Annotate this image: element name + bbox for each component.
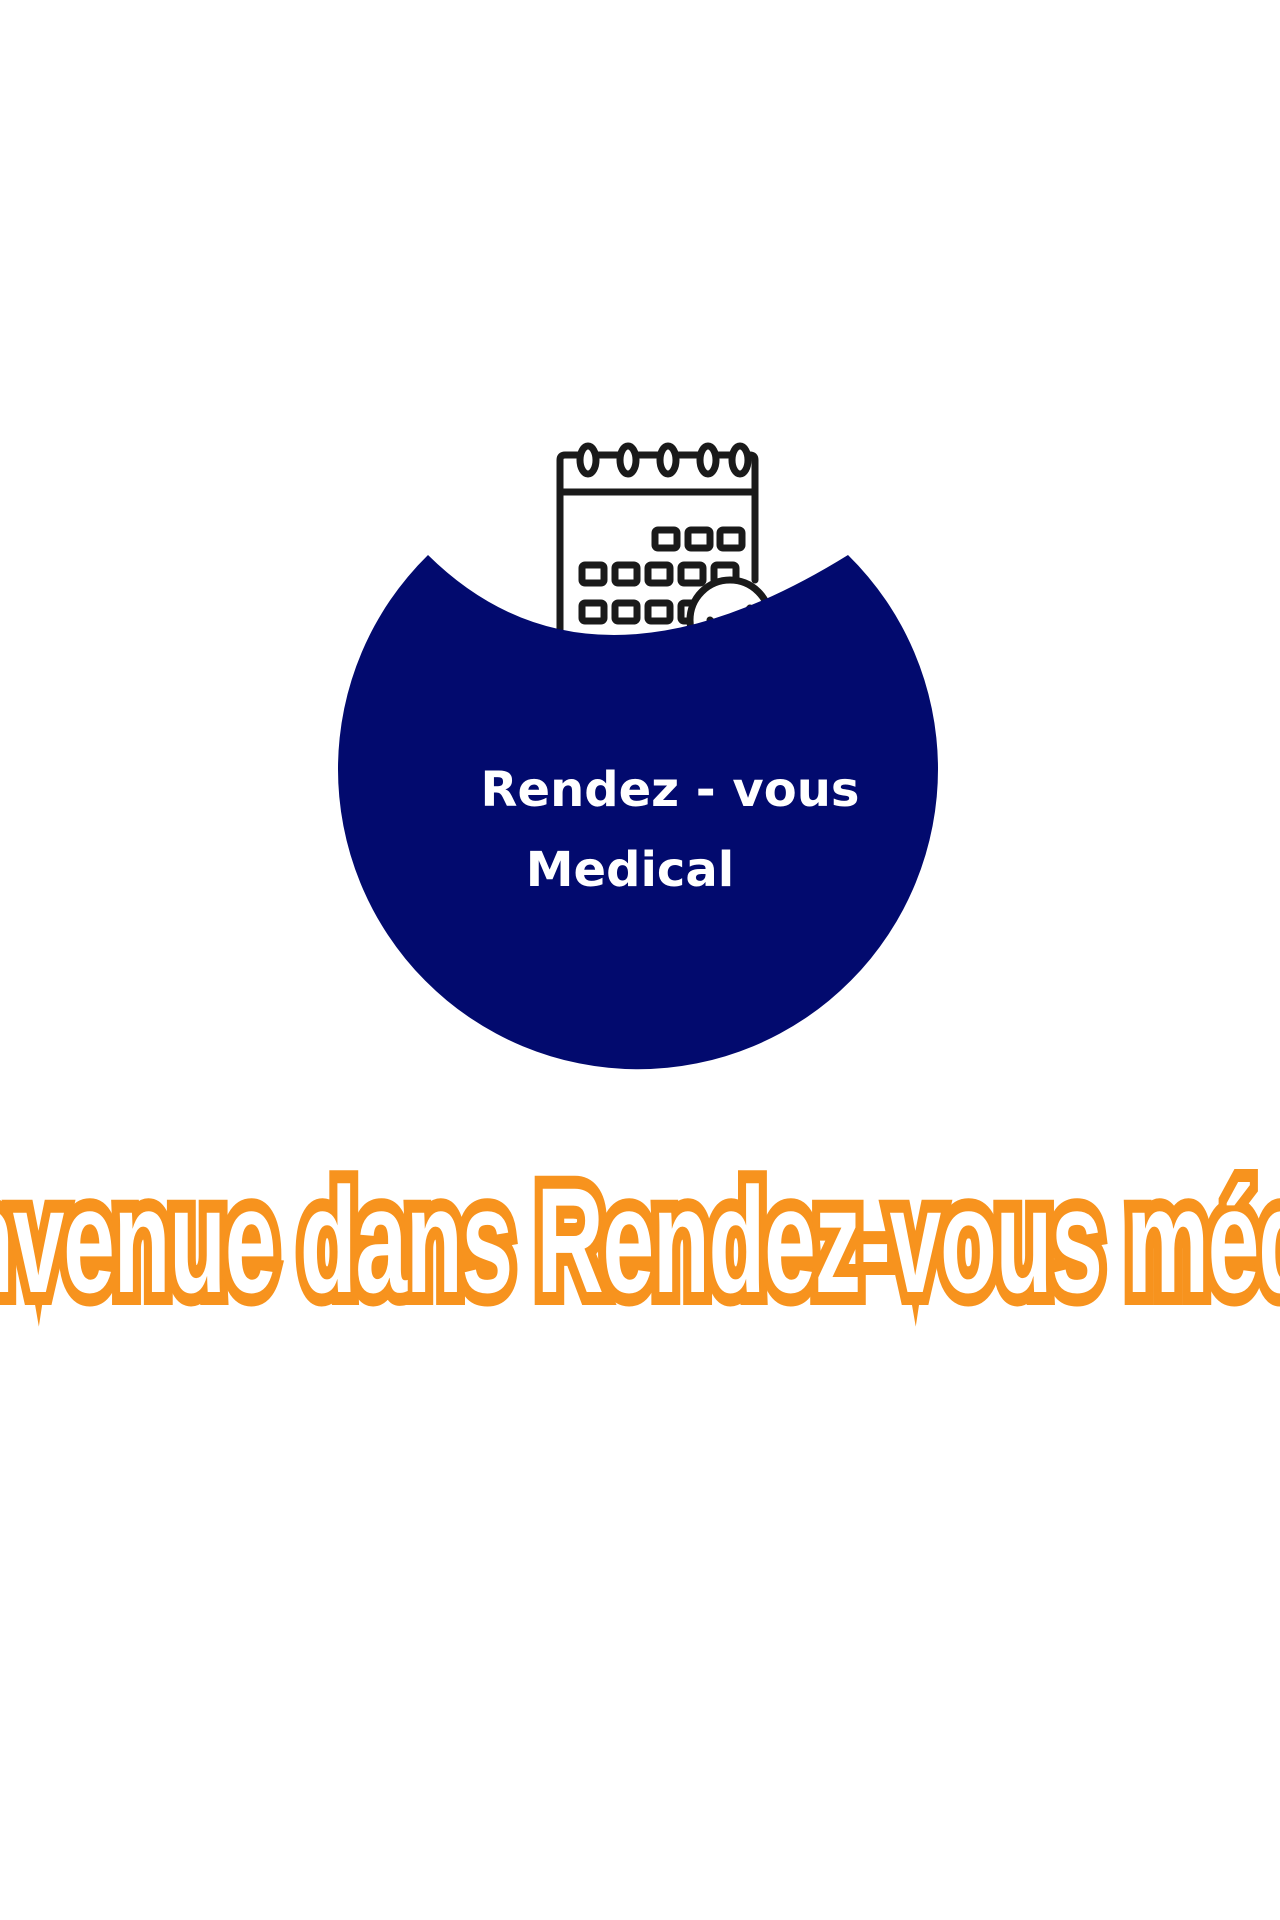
welcome-banner: Bienvenue dans Rendez-vous médical: [0, 1140, 1280, 1340]
welcome-message: Bienvenue dans Rendez-vous médical: [0, 1143, 1280, 1337]
logo-title-line2: Medical: [525, 842, 735, 898]
logo-title-line1: Rendez - vous: [480, 762, 860, 818]
splash-screen: Rendez - vous Medical Bienvenue dans Ren…: [0, 0, 1280, 1920]
app-logo: Rendez - vous Medical: [320, 420, 960, 1080]
